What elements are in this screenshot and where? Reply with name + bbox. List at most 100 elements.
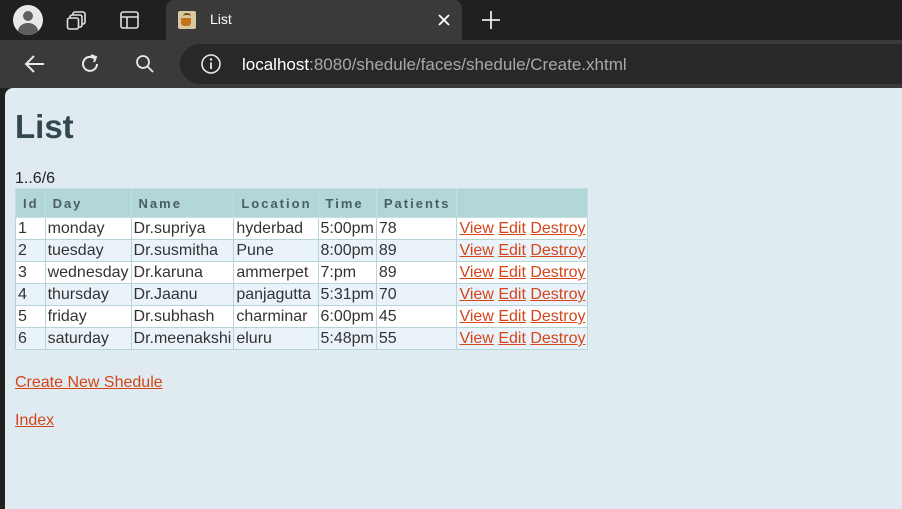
browser-toolbar: localhost:8080/shedule/faces/shedule/Cre… [0,40,902,88]
cell-name: Dr.karuna [130,261,235,284]
url-path: :8080/shedule/faces/shedule/Create.xhtml [309,55,627,74]
address-bar[interactable]: localhost:8080/shedule/faces/shedule/Cre… [180,44,902,84]
close-tab-icon[interactable] [436,12,452,28]
destroy-link[interactable]: Destroy [530,286,585,303]
profile-avatar-icon[interactable] [13,5,43,35]
url-host: localhost [242,55,310,74]
cell-patients: 78 [375,217,458,240]
cell-time: 5:31pm [317,283,377,306]
cell-time: 5:48pm [317,327,377,350]
cell-location: charminar [233,305,319,328]
cell-location: ammerpet [233,261,319,284]
cell-time: 5:00pm [317,217,377,240]
cell-id: 5 [15,305,46,328]
column-header-time: Time [317,188,377,218]
cell-name: Dr.susmitha [130,239,235,262]
cell-id: 3 [15,261,46,284]
destroy-link[interactable]: Destroy [530,308,585,325]
tab-title: List [210,11,232,27]
table-row: 1 monday Dr.supriya hyderbad 5:00pm 78 V… [15,217,589,240]
cell-id: 4 [15,283,46,306]
create-new-link-wrapper: Create New Shedule [15,374,163,392]
cell-patients: 55 [375,327,458,350]
back-arrow-icon[interactable] [23,52,47,76]
url-text[interactable]: localhost:8080/shedule/faces/shedule/Cre… [242,55,627,75]
java-favicon-icon [178,11,196,29]
cell-patients: 70 [375,283,458,306]
cell-time: 6:00pm [317,305,377,328]
page-title: List [15,108,74,145]
reload-icon[interactable] [78,52,102,76]
destroy-link[interactable]: Destroy [530,242,585,259]
table-row: 5 friday Dr.subhash charminar 6:00pm 45 … [15,305,589,328]
tab-active[interactable]: List [166,0,462,40]
cell-actions: View Edit Destroy [456,261,589,284]
index-link[interactable]: Index [15,412,54,429]
new-tab-plus-icon[interactable] [480,9,502,31]
column-header-patients: Patients [375,188,458,218]
cell-actions: View Edit Destroy [456,239,589,262]
workspaces-icon[interactable] [66,9,88,31]
site-info-icon[interactable] [200,53,222,75]
cell-name: Dr.meenakshi [130,327,235,350]
cell-patients: 45 [375,305,458,328]
cell-location: panjagutta [233,283,319,306]
view-link[interactable]: View [459,220,493,237]
cell-name: Dr.subhash [130,305,235,328]
index-link-wrapper: Index [15,412,54,430]
view-link[interactable]: View [459,308,493,325]
cell-actions: View Edit Destroy [456,217,589,240]
destroy-link[interactable]: Destroy [530,220,585,237]
cell-actions: View Edit Destroy [456,327,589,350]
cell-location: eluru [233,327,319,350]
schedule-table: Id Day Name Location Time Patients 1 mon… [15,188,589,350]
edit-link[interactable]: Edit [498,330,526,347]
cell-actions: View Edit Destroy [456,305,589,328]
cell-day: wednesday [44,261,132,284]
cell-day: saturday [44,327,132,350]
tab-strip: List [0,0,902,40]
edit-link[interactable]: Edit [498,286,526,303]
cell-day: friday [44,305,132,328]
pagination-range: 1..6/6 [15,170,56,187]
create-new-shedule-link[interactable]: Create New Shedule [15,374,163,391]
table-row: 4 thursday Dr.Jaanu panjagutta 5:31pm 70… [15,283,589,306]
cell-day: tuesday [44,239,132,262]
view-link[interactable]: View [459,264,493,281]
cell-day: monday [44,217,132,240]
cell-day: thursday [44,283,132,306]
vertical-tabs-icon[interactable] [119,9,141,31]
column-header-location: Location [233,188,319,218]
cell-time: 8:00pm [317,239,377,262]
view-link[interactable]: View [459,242,493,259]
destroy-link[interactable]: Destroy [530,330,585,347]
cell-name: Dr.Jaanu [130,283,235,306]
cell-id: 1 [15,217,46,240]
edit-link[interactable]: Edit [498,308,526,325]
cell-location: Pune [233,239,319,262]
view-link[interactable]: View [459,330,493,347]
page-viewport: List 1..6/6 Id Day Name Location Time Pa… [5,88,902,509]
column-header-day: Day [44,188,132,218]
table-header-row: Id Day Name Location Time Patients [15,188,589,218]
cell-patients: 89 [375,239,458,262]
edit-link[interactable]: Edit [498,264,526,281]
cell-location: hyderbad [233,217,319,240]
edit-link[interactable]: Edit [498,220,526,237]
cell-patients: 89 [375,261,458,284]
column-header-actions [456,188,589,218]
cell-name: Dr.supriya [130,217,235,240]
view-link[interactable]: View [459,286,493,303]
table-row: 3 wednesday Dr.karuna ammerpet 7:pm 89 V… [15,261,589,284]
destroy-link[interactable]: Destroy [530,264,585,281]
cell-time: 7:pm [317,261,377,284]
cell-actions: View Edit Destroy [456,283,589,306]
search-icon[interactable] [134,53,156,75]
edit-link[interactable]: Edit [498,242,526,259]
table-row: 6 saturday Dr.meenakshi eluru 5:48pm 55 … [15,327,589,350]
column-header-name: Name [130,188,235,218]
column-header-id: Id [15,188,46,218]
cell-id: 2 [15,239,46,262]
cell-id: 6 [15,327,46,350]
table-row: 2 tuesday Dr.susmitha Pune 8:00pm 89 Vie… [15,239,589,262]
